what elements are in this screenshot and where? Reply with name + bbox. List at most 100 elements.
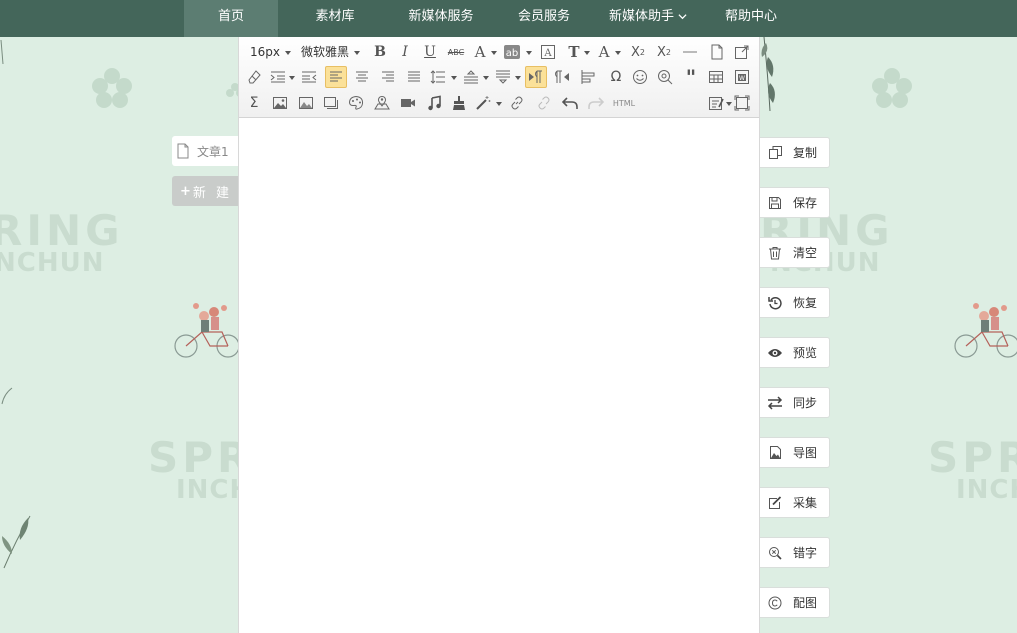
dropdown-caret-icon[interactable] — [584, 51, 590, 55]
nav-item-membership[interactable]: 会员服务 — [506, 0, 582, 37]
dropdown-caret-icon[interactable] — [483, 76, 489, 80]
new-document-button[interactable]: + 新 建 — [172, 176, 240, 206]
template-icon[interactable] — [705, 92, 727, 114]
export-image-button[interactable]: 导图 — [760, 437, 830, 468]
leaf-decoration — [0, 40, 4, 64]
music-icon[interactable] — [423, 92, 445, 114]
typo-check-button[interactable]: 错字 — [760, 537, 830, 568]
table-icon[interactable] — [705, 66, 727, 88]
copy-button-label: 复制 — [793, 146, 818, 160]
nav-item-media-assistant[interactable]: 新媒体助手 — [600, 0, 696, 37]
outdent-icon[interactable] — [298, 66, 320, 88]
document-icon — [177, 143, 189, 159]
dropdown-caret-icon[interactable] — [615, 51, 621, 55]
dropdown-caret-icon[interactable] — [515, 76, 521, 80]
paragraph-spacing-after-icon[interactable] — [492, 66, 514, 88]
preview-button[interactable]: 预览 — [760, 337, 830, 368]
frame-icon[interactable] — [320, 92, 342, 114]
restore-button[interactable]: 恢复 — [760, 287, 830, 318]
dropdown-caret-icon[interactable] — [451, 76, 457, 80]
link-icon[interactable] — [506, 92, 528, 114]
collect-icon — [767, 495, 783, 511]
collect-button-label: 采集 — [793, 496, 818, 510]
ltr-direction-icon[interactable] — [525, 66, 547, 88]
strikethrough-icon[interactable]: ABC — [445, 41, 467, 63]
clear-button[interactable]: 清空 — [760, 237, 830, 268]
dropdown-caret-icon[interactable] — [289, 76, 295, 80]
nav-label: 新媒体服务 — [408, 9, 474, 24]
unlink-icon[interactable] — [533, 92, 555, 114]
nav-item-materials[interactable]: 素材库 — [298, 0, 372, 37]
trash-icon — [767, 245, 783, 261]
emoji-icon[interactable] — [629, 66, 651, 88]
eraser-icon[interactable] — [243, 66, 265, 88]
text-border-icon[interactable]: A — [537, 41, 559, 63]
rtl-direction-icon[interactable] — [551, 66, 573, 88]
toolbar-row: Σ HTML — [239, 90, 759, 116]
font-family-select[interactable]: 微软雅黑 — [301, 42, 361, 62]
sync-button[interactable]: 同步 — [760, 387, 830, 418]
dropdown-caret-icon[interactable] — [526, 51, 532, 55]
font-size-value: 16px — [250, 45, 280, 59]
font-style-icon[interactable]: T — [563, 41, 585, 63]
page-icon[interactable] — [706, 41, 728, 63]
dropdown-caret-icon[interactable] — [496, 102, 502, 106]
line-height-icon[interactable] — [427, 66, 449, 88]
align-justify-icon[interactable] — [403, 66, 425, 88]
html-source-icon[interactable]: HTML — [611, 92, 637, 114]
nav-item-home[interactable]: 首页 — [184, 0, 278, 37]
italic-icon[interactable]: I — [394, 41, 416, 63]
dropdown-caret-icon[interactable] — [491, 51, 497, 55]
bold-icon[interactable]: B — [369, 41, 391, 63]
redo-icon[interactable] — [585, 92, 607, 114]
undo-icon[interactable] — [559, 92, 581, 114]
nav-item-help-center[interactable]: 帮助中心 — [714, 0, 788, 37]
map-icon[interactable] — [371, 92, 393, 114]
image-icon[interactable] — [269, 92, 291, 114]
font-size-select[interactable]: 16px — [250, 42, 291, 62]
fullscreen-icon[interactable] — [731, 41, 753, 63]
special-char-icon[interactable]: Ω — [605, 66, 627, 88]
font-color-icon[interactable]: A — [469, 41, 491, 63]
svg-text:ab: ab — [506, 48, 518, 59]
illustration-button[interactable]: 配图 — [760, 587, 830, 618]
paste-format-icon[interactable] — [577, 66, 599, 88]
leaf-decoration — [761, 37, 775, 112]
word-import-icon[interactable]: W — [731, 66, 753, 88]
document-tab[interactable]: 文章1 — [172, 136, 240, 166]
formula-icon[interactable]: Σ — [243, 92, 265, 114]
leaf-decoration — [1, 387, 13, 405]
background-word: RING — [0, 206, 124, 255]
brush-icon[interactable] — [448, 92, 470, 114]
restore-icon — [767, 295, 783, 311]
search-replace-icon[interactable] — [654, 66, 676, 88]
editor-content-area[interactable] — [239, 119, 759, 633]
indent-icon[interactable] — [267, 66, 289, 88]
blockquote-icon[interactable]: " — [680, 65, 702, 89]
align-center-icon[interactable] — [351, 66, 373, 88]
paragraph-spacing-before-icon[interactable] — [460, 66, 482, 88]
subscript-icon[interactable]: X2 — [653, 41, 675, 63]
nav-item-media-services[interactable]: 新媒体服务 — [395, 0, 487, 37]
collect-button[interactable]: 采集 — [760, 487, 830, 518]
save-button-label: 保存 — [793, 196, 818, 210]
magic-wand-icon[interactable] — [472, 92, 494, 114]
align-left-icon[interactable] — [325, 66, 347, 88]
background-color-icon[interactable]: ab — [501, 41, 523, 63]
underline-icon[interactable]: U — [419, 41, 441, 63]
dropdown-caret-icon — [354, 50, 361, 55]
svg-text:W: W — [739, 75, 745, 82]
clear-button-label: 清空 — [793, 246, 818, 260]
scrawl-icon[interactable] — [345, 92, 367, 114]
superscript-icon[interactable]: X2 — [627, 41, 649, 63]
align-right-icon[interactable] — [377, 66, 399, 88]
horizontal-rule-icon[interactable] — [679, 41, 701, 63]
flower-decoration — [872, 68, 912, 108]
nav-label: 素材库 — [315, 9, 355, 24]
save-button[interactable]: 保存 — [760, 187, 830, 218]
video-icon[interactable] — [397, 92, 419, 114]
multi-image-icon[interactable] — [295, 92, 317, 114]
copy-button[interactable]: 复制 — [760, 137, 830, 168]
letter-spacing-icon[interactable]: A — [593, 41, 615, 63]
maximize-icon[interactable] — [731, 92, 753, 114]
